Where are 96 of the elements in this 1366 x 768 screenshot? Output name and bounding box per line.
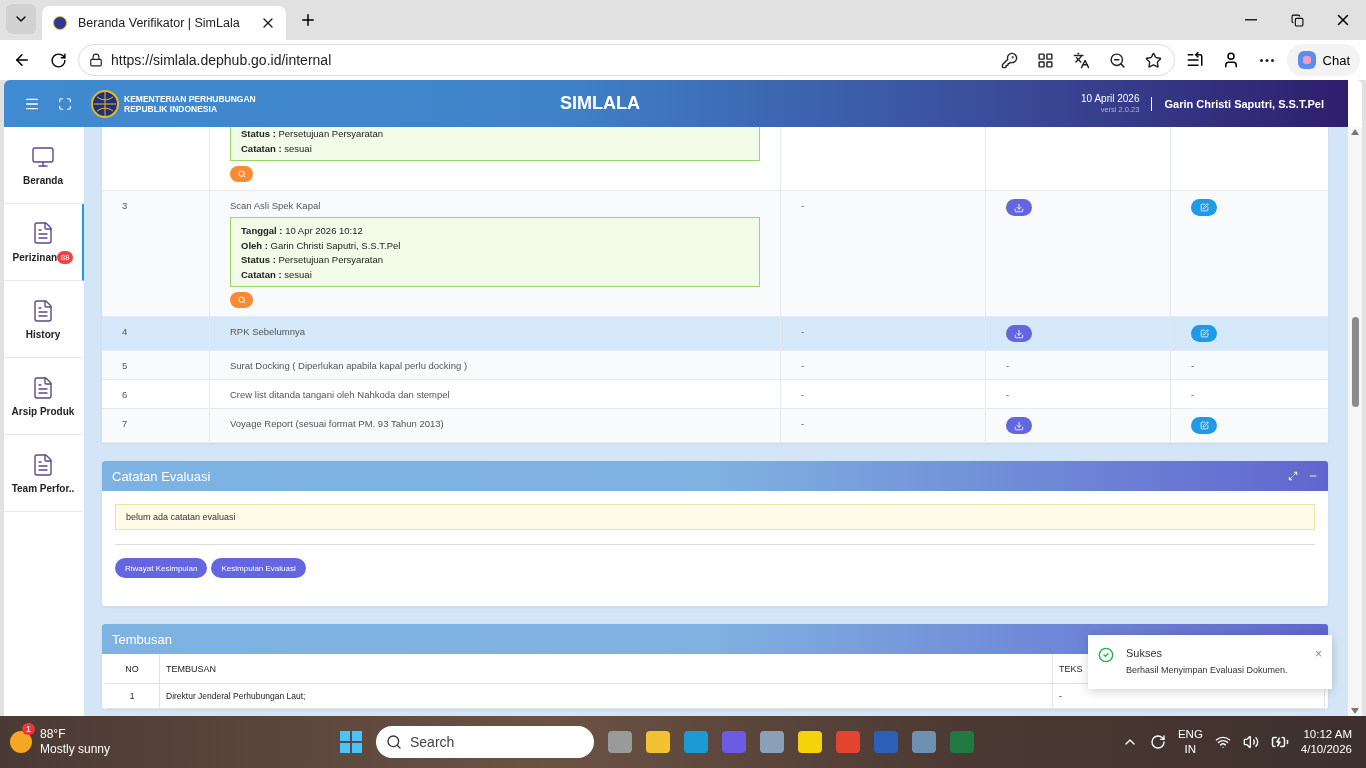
document-name: Surat Docking ( Diperlukan apabila kapal perlu docking ) xyxy=(230,360,468,371)
empty-notice: belum ada catatan evaluasi xyxy=(115,504,1315,530)
document-name: Voyage Report (sesuai format PM. 93 Tahun 2013) xyxy=(230,418,444,429)
download-icon xyxy=(1014,328,1024,339)
sidebar-label: Perizinan xyxy=(12,251,58,263)
verification-note: Tanggal : 10 Apr 2026 10:12 Oleh : Garin Christi Saputri, S.S.T.Pel Status : Persetujuan Persyaratan Catatan : sesuai xyxy=(230,217,760,287)
download-button[interactable] xyxy=(1006,325,1032,342)
tab-list-button[interactable] xyxy=(6,4,36,34)
search-icon xyxy=(386,734,402,750)
more-icon xyxy=(1259,58,1274,62)
user-name: Garin Christi Saputri, S.S.T.Pel xyxy=(1164,97,1324,110)
sidebar-label: Arsip Produk xyxy=(11,405,75,417)
lock-icon xyxy=(89,53,103,67)
sidebar-label: History xyxy=(25,328,61,340)
document-icon xyxy=(31,452,55,477)
weather-icon xyxy=(10,731,32,753)
row-number: 5 xyxy=(122,360,128,371)
zoom-out-icon[interactable] xyxy=(1109,51,1127,69)
row-number: 4 xyxy=(122,326,128,337)
table-cell: - xyxy=(1191,360,1195,371)
edit-button[interactable] xyxy=(1191,417,1217,434)
verification-note: Status : Persetujuan Persyaratan Catatan : sesuai xyxy=(230,127,760,161)
fullscreen-icon xyxy=(58,96,72,111)
star-icon[interactable] xyxy=(1145,51,1163,69)
table-cell: Direktur Jenderal Perhubungan Laut; xyxy=(160,684,1053,709)
fullscreen-button[interactable] xyxy=(58,96,72,111)
download-icon xyxy=(1014,202,1024,213)
apps-icon[interactable] xyxy=(1037,51,1055,69)
notification-badge: 1 xyxy=(22,723,35,735)
edit-icon xyxy=(1199,203,1209,212)
table-cell: 1 xyxy=(105,684,160,709)
translate-icon[interactable] xyxy=(1073,51,1091,69)
back-icon xyxy=(13,51,31,69)
search-icon xyxy=(237,296,246,304)
plus-icon xyxy=(299,11,317,29)
expand-icon[interactable] xyxy=(1288,471,1298,481)
check-icon xyxy=(1098,647,1114,663)
browser-tab[interactable]: Beranda Verifikator | SimLala xyxy=(42,6,286,40)
app-title: SIMLALA xyxy=(560,93,641,114)
table-cell: - xyxy=(801,360,805,371)
table-cell: - xyxy=(801,418,805,429)
search-button[interactable] xyxy=(230,166,253,182)
sync-icon[interactable] xyxy=(1149,734,1166,750)
document-name: RPK Sebelumnya xyxy=(230,326,305,337)
scroll-down-icon[interactable] xyxy=(1351,708,1359,714)
windows-start-icon[interactable] xyxy=(340,731,362,753)
sidebar-label: Beranda xyxy=(23,174,63,186)
document-icon xyxy=(31,298,55,323)
action-button[interactable]: Kesimpulan Evaluasi xyxy=(211,558,306,578)
wifi-icon[interactable] xyxy=(1214,734,1231,750)
edit-icon xyxy=(1199,329,1209,338)
scrollbar[interactable] xyxy=(1348,127,1362,716)
document-name: Scan Asli Spek Kapal xyxy=(230,200,321,211)
download-icon xyxy=(1014,420,1024,431)
clock[interactable]: 10:12 AM 4/10/2026 xyxy=(1300,727,1352,757)
favorites-icon xyxy=(1185,51,1204,69)
edit-button[interactable] xyxy=(1191,199,1217,216)
search-button[interactable] xyxy=(230,292,253,308)
table-cell: - xyxy=(801,389,805,400)
monitor-icon xyxy=(31,144,55,169)
taskbar-search[interactable]: Search xyxy=(376,726,594,758)
row-number: 6 xyxy=(122,389,128,400)
scroll-up-icon[interactable] xyxy=(1351,129,1359,135)
ministry-name: KEMENTERIAN PERHUBUNGAN REPUBLIK INDONESIA xyxy=(124,93,256,114)
panel-header: Catatan Evaluasi xyxy=(102,461,1328,491)
site-logo-icon xyxy=(53,16,67,30)
scrollbar-thumb[interactable] xyxy=(1351,316,1359,407)
ministry-logo-icon xyxy=(90,88,120,119)
chat-button[interactable]: Chat xyxy=(1286,44,1360,76)
edit-icon xyxy=(1199,421,1209,430)
row-number: 3 xyxy=(122,200,128,211)
column-header: NO xyxy=(105,654,160,684)
column-header: TEMBUSAN xyxy=(160,654,1053,684)
edit-button[interactable] xyxy=(1191,325,1217,342)
download-button[interactable] xyxy=(1006,417,1032,434)
action-button[interactable]: Riwayat Kesimpulan xyxy=(115,558,208,578)
minimize-icon xyxy=(1245,19,1257,21)
restore-icon xyxy=(1290,13,1304,27)
volume-icon[interactable] xyxy=(1242,734,1259,750)
row-number: 7 xyxy=(122,418,128,429)
table-cell: - xyxy=(1006,389,1010,400)
table-cell: - xyxy=(1006,360,1010,371)
success-toast: Sukses Berhasil Menyimpan Evaluasi Dokumen. × xyxy=(1088,635,1332,689)
current-date: 10 April 2026 xyxy=(1081,92,1140,104)
download-button[interactable] xyxy=(1006,199,1032,216)
document-icon xyxy=(31,375,55,400)
reload-icon xyxy=(49,51,67,69)
document-name: Crew list ditanda tangani oleh Nahkoda dan stempel xyxy=(230,389,450,400)
table-cell: - xyxy=(801,200,805,211)
table-cell: - xyxy=(1191,389,1195,400)
sidebar-label: Team Perfor.. xyxy=(11,482,75,494)
table-cell: - xyxy=(801,326,805,337)
key-icon[interactable] xyxy=(1001,51,1019,69)
search-icon xyxy=(237,170,246,178)
document-icon xyxy=(31,220,55,245)
language-indicator[interactable]: ENG IN xyxy=(1177,727,1203,757)
